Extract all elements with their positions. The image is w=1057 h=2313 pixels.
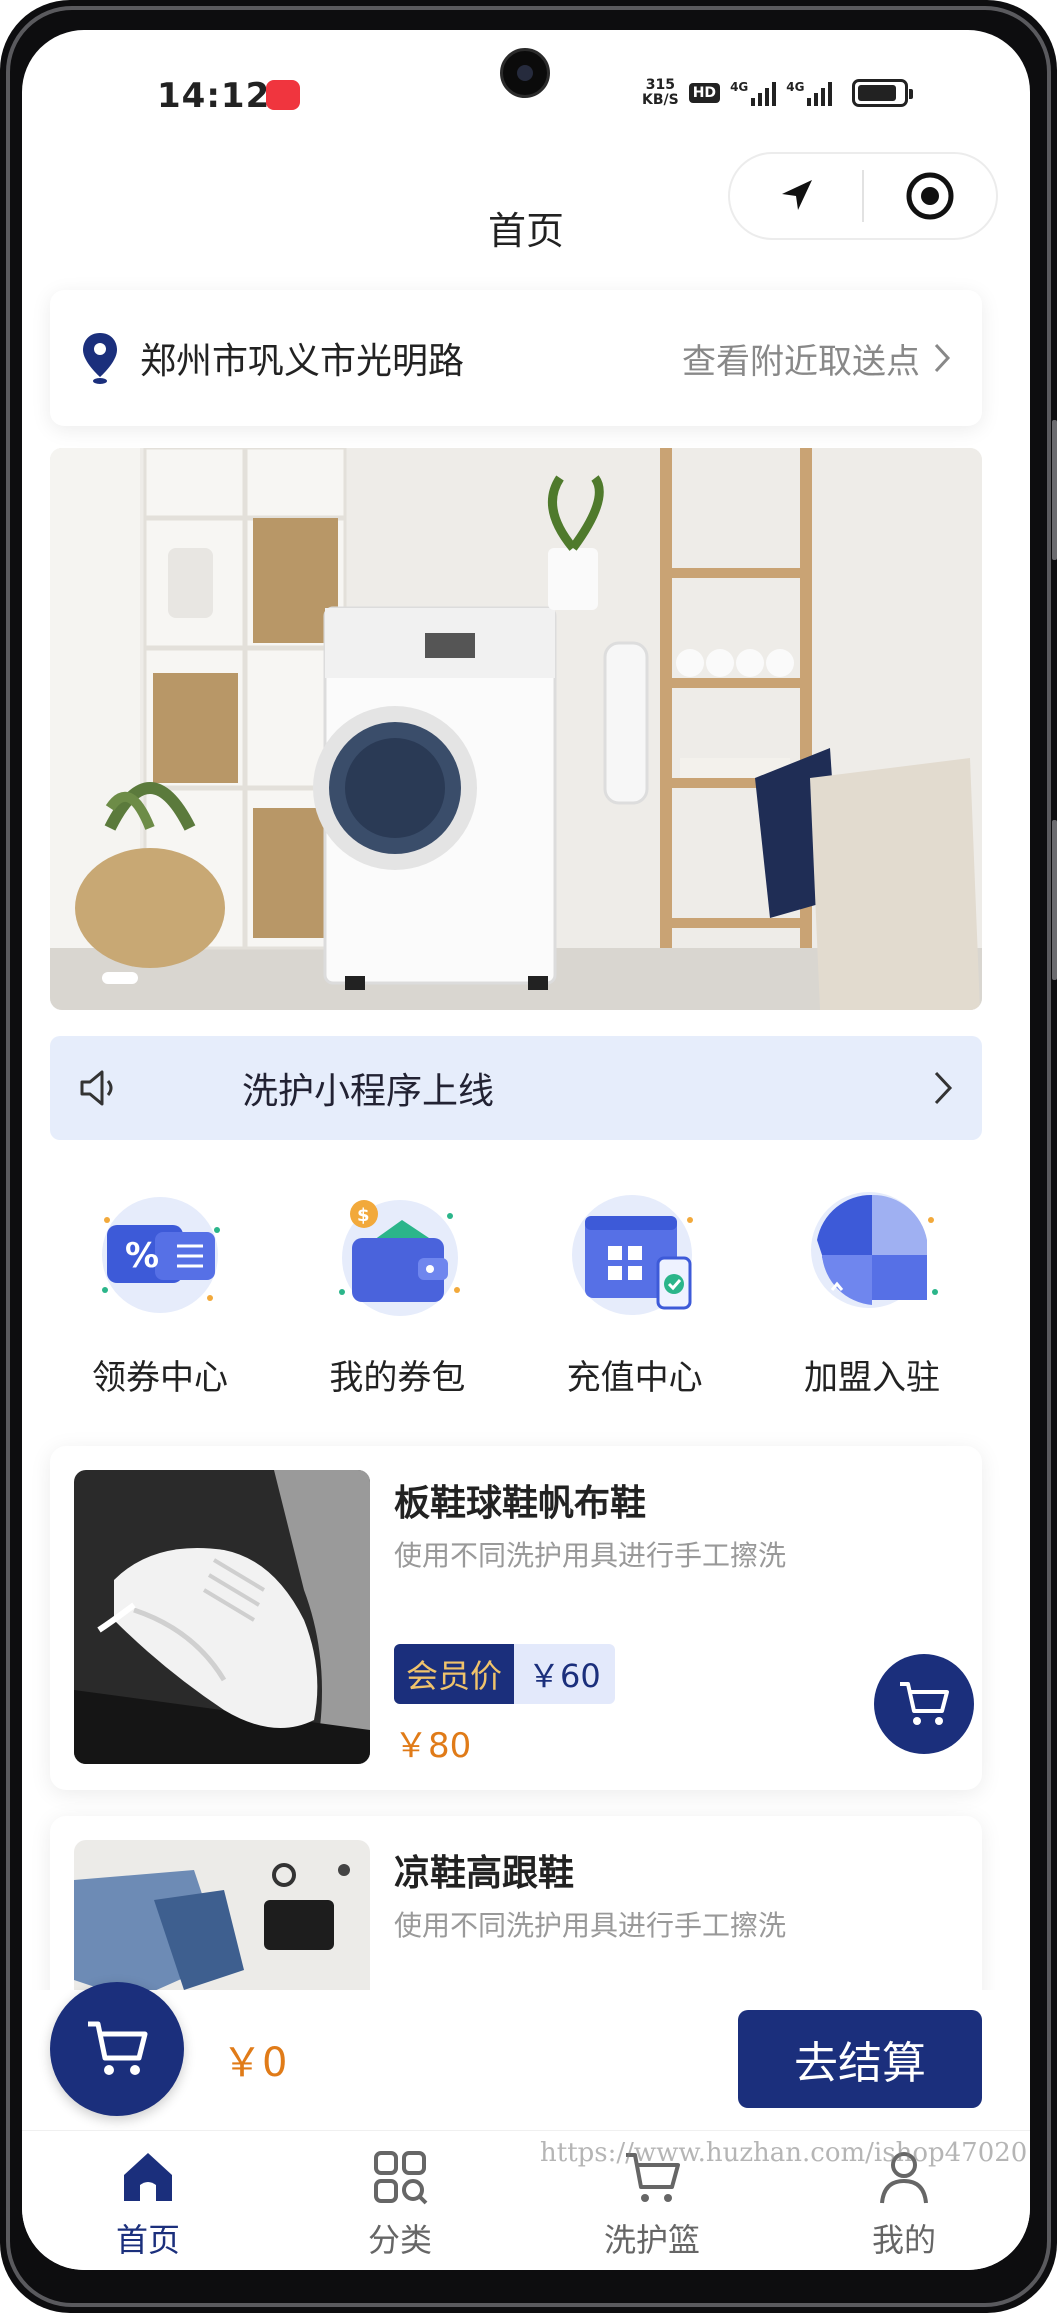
laundry-room-illustration: [50, 448, 982, 1010]
chevron-right-icon: [934, 343, 951, 373]
location-address: 郑州市巩义市光明路: [140, 341, 465, 382]
home-icon: [124, 2153, 172, 2201]
recharge-icon: [571, 1195, 693, 1315]
hd-icon: HD: [688, 83, 721, 103]
add-to-cart-button[interactable]: [874, 1654, 974, 1754]
svg-text:$: $: [357, 1205, 370, 1226]
cart-icon: [900, 1682, 949, 1725]
svg-text:%: %: [125, 1236, 159, 1276]
product-name: 板鞋球鞋帆布鞋: [394, 1483, 647, 1524]
cart-button[interactable]: [50, 1982, 184, 2116]
coupon-icon: %: [102, 1197, 220, 1313]
menu-label: 加盟入驻: [803, 1358, 940, 1398]
product-name: 凉鞋高跟鞋: [394, 1853, 575, 1894]
product-card[interactable]: 板鞋球鞋帆布鞋 使用不同洗护用具进行手工擦洗 会员价 ￥60 ￥80: [50, 1446, 982, 1790]
speaker-icon: [80, 1070, 113, 1106]
watermark: https://www.huzhan.com/ishop47020: [540, 2138, 1028, 2168]
tab-label: 洗护篮: [603, 2221, 700, 2259]
tab-home[interactable]: 首页: [22, 2131, 274, 2270]
location-arrow-icon: [782, 180, 812, 210]
sneaker-photo: [74, 1470, 370, 1764]
net-speed-value: 315: [645, 77, 675, 93]
cart-bar: ￥0 去结算: [22, 1982, 1030, 2150]
product-image-sneaker[interactable]: [74, 1470, 370, 1764]
tab-label: 分类: [367, 2221, 432, 2259]
product-description: 使用不同洗护用具进行手工擦洗: [394, 1909, 787, 1942]
location-arrow-button[interactable]: [730, 154, 862, 238]
sim1-label: 4G: [730, 80, 749, 94]
chevron-right-icon: [934, 1071, 953, 1105]
sim2-label: 4G: [786, 80, 805, 94]
category-icon: [374, 2151, 428, 2205]
menu-item-franchise[interactable]: 加盟入驻: [762, 1180, 982, 1410]
mini-program-capsule: [728, 152, 998, 240]
wallet-icon: $: [339, 1200, 461, 1316]
status-time: 14:12: [157, 76, 271, 116]
banner-image[interactable]: [50, 448, 982, 1010]
menu-label: 领券中心: [92, 1358, 228, 1398]
nearby-pickup-label: 查看附近取送点: [682, 341, 920, 382]
member-price-value: ￥60: [514, 1644, 615, 1704]
checkout-button[interactable]: 去结算: [738, 2010, 982, 2108]
battery-icon: [852, 79, 914, 107]
net-speed-unit: KB/S: [642, 92, 679, 108]
notice-bar[interactable]: 洗护小程序上线: [50, 1036, 982, 1140]
product-price: ￥80: [394, 1726, 472, 1766]
map-pin-icon: [83, 333, 117, 384]
member-price-badge: 会员价 ￥60: [394, 1644, 615, 1704]
product-description: 使用不同洗护用具进行手工擦洗: [394, 1539, 787, 1572]
puzzle-icon: [810, 1192, 938, 1308]
volume-button: [1052, 420, 1057, 560]
signal-icon: 4G: [730, 80, 777, 106]
menu-label: 我的券包: [329, 1358, 466, 1398]
cart-total: ￥0: [222, 2040, 288, 2086]
screen: 14:12 315 KB/S HD 4G 4G 首页 郑州市巩义市光明路 查看附…: [22, 30, 1030, 2270]
net-speed: 315 KB/S: [642, 78, 679, 108]
power-button: [1052, 820, 1057, 980]
tab-category[interactable]: 分类: [274, 2131, 526, 2270]
notice-text: 洗护小程序上线: [242, 1071, 495, 1112]
menu-item-my-coupons[interactable]: $ 我的券包: [287, 1180, 507, 1410]
location-card[interactable]: 郑州市巩义市光明路 查看附近取送点: [50, 290, 982, 426]
menu-item-coupon-center[interactable]: % 领券中心: [50, 1180, 270, 1410]
nearby-pickup-link[interactable]: 查看附近取送点: [682, 334, 952, 383]
member-price-tag: 会员价: [394, 1644, 515, 1704]
target-icon: [906, 172, 954, 220]
tab-label: 我的: [871, 2221, 936, 2259]
cart-icon: [88, 2021, 148, 2075]
front-camera: [500, 48, 550, 98]
signal-icon-2: 4G: [786, 80, 833, 106]
menu-item-recharge-center[interactable]: 充值中心: [525, 1180, 745, 1410]
banner-indicator[interactable]: [102, 972, 138, 984]
close-miniprogram-button[interactable]: [864, 154, 996, 238]
status-icons: 315 KB/S HD 4G 4G: [642, 78, 914, 108]
notification-app-icon: [266, 80, 300, 110]
tab-label: 首页: [115, 2221, 180, 2259]
menu-label: 充值中心: [566, 1358, 703, 1398]
phone-frame: 14:12 315 KB/S HD 4G 4G 首页 郑州市巩义市光明路 查看附…: [0, 0, 1057, 2313]
quick-menu: % 领券中心 $ 我的券包 充值中心 加盟入驻: [50, 1180, 982, 1410]
